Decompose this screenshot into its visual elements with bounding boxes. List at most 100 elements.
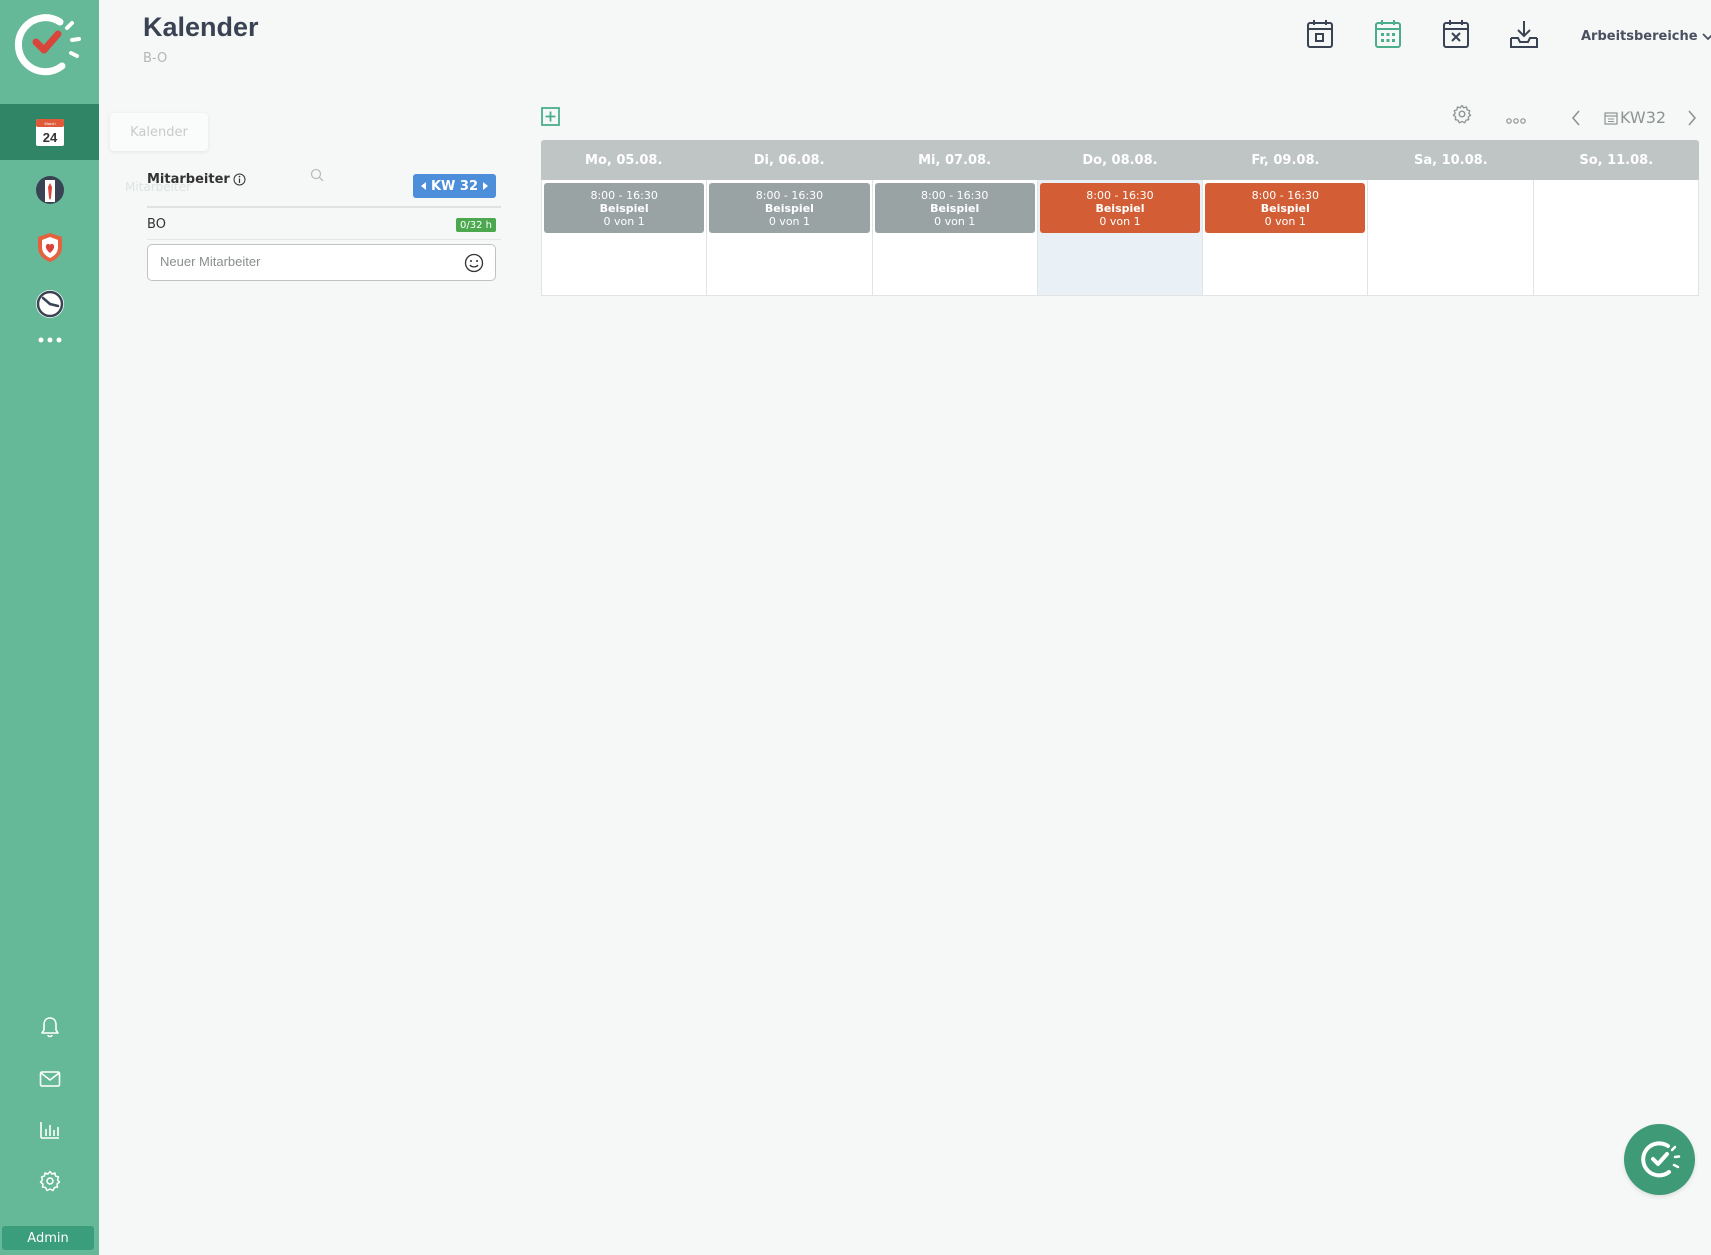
shift-name: Beispiel	[764, 202, 814, 215]
shift-time: 8:00 - 16:30	[921, 189, 989, 202]
chevron-down-icon	[1701, 32, 1711, 40]
mail-icon	[39, 1071, 60, 1087]
shift-name: Beispiel	[1095, 202, 1145, 215]
day-header-fri: Fr, 09.08.	[1251, 152, 1320, 168]
app-logo-icon[interactable]	[10, 8, 84, 82]
sidebar-item-notifications[interactable]	[0, 1002, 99, 1052]
shift-time: 8:00 - 16:30	[1251, 189, 1319, 202]
sidebar: March 24 Admin	[0, 0, 99, 1255]
shift-staffing: 0 von 1	[768, 215, 811, 228]
sidebar-item-more[interactable]	[0, 320, 99, 360]
triangle-left-icon[interactable]	[420, 182, 427, 190]
day-cell-thu[interactable]: 8:00 - 16:30 Beispiel 0 von 1	[1037, 180, 1204, 295]
day-view-button[interactable]	[1303, 17, 1337, 51]
employee-icon	[35, 176, 64, 204]
shift-name: Beispiel	[599, 202, 649, 215]
employee-row[interactable]: BO 0/32 h	[147, 208, 501, 240]
day-cell-fri[interactable]: 8:00 - 16:30 Beispiel 0 von 1	[1203, 180, 1369, 295]
week-badge[interactable]: KW 32	[412, 174, 496, 198]
add-shift-button[interactable]	[541, 107, 560, 130]
sidebar-item-settings[interactable]	[0, 1156, 99, 1206]
shift-staffing: 0 von 1	[603, 215, 645, 228]
health-shield-icon	[37, 233, 62, 262]
new-employee-input[interactable]	[160, 254, 450, 269]
search-icon	[310, 168, 324, 182]
day-header-mon: Mo, 05.08.	[585, 152, 663, 168]
employee-panel-header: Mitarbeiter Mitarbeiter KW 32	[125, 166, 501, 208]
shift-card[interactable]: 8:00 - 16:30 Beispiel 0 von 1	[1039, 183, 1201, 233]
employee-name: BO	[147, 217, 166, 232]
sidebar-item-health[interactable]	[0, 219, 99, 275]
admin-badge[interactable]: Admin	[2, 1226, 94, 1250]
chevron-left-icon	[1571, 110, 1580, 126]
employee-search-button[interactable]	[310, 167, 324, 186]
shift-staffing: 0 von 1	[934, 215, 976, 228]
day-header-sat: Sa, 10.08.	[1413, 152, 1488, 168]
calendar-day-icon	[1307, 20, 1333, 48]
gear-icon	[1452, 104, 1472, 124]
shift-staffing: 0 von 1	[1264, 215, 1306, 228]
sidebar-tooltip: Kalender	[110, 113, 208, 151]
shift-card[interactable]: 8:00 - 16:30 Beispiel 0 von 1	[874, 183, 1035, 233]
week-calendar: Mo, 05.08. Di, 06.08. Mi, 07.08. Do, 08.…	[541, 140, 1699, 296]
more-options-icon	[1506, 118, 1526, 124]
new-employee-field[interactable]	[147, 244, 496, 281]
week-view-button[interactable]	[1371, 17, 1405, 51]
day-cell-sat[interactable]	[1368, 180, 1534, 295]
shift-time: 8:00 - 16:30	[1086, 189, 1154, 202]
day-cell-sun[interactable]	[1534, 180, 1698, 295]
day-header-thu: Do, 08.08.	[1082, 152, 1158, 168]
page-subtitle: B-O	[143, 51, 168, 66]
calendar-header-row: Mo, 05.08. Di, 06.08. Mi, 07.08. Do, 08.…	[541, 140, 1699, 180]
app-logo-icon	[1640, 1140, 1680, 1177]
emoji-smile-icon[interactable]	[464, 253, 484, 273]
day-header-sun: So, 11.08.	[1579, 152, 1654, 168]
calendar-icon: March 24	[35, 119, 64, 146]
day-cell-mon[interactable]: 8:00 - 16:30 Beispiel 0 von 1	[542, 180, 708, 295]
page-title: Kalender	[143, 12, 259, 42]
sidebar-item-calendar[interactable]: March 24	[0, 104, 99, 160]
shift-time: 8:00 - 16:30	[590, 189, 658, 202]
week-label: KW32	[1620, 108, 1667, 127]
info-icon[interactable]	[233, 173, 246, 186]
shift-staffing: 0 von 1	[1099, 215, 1141, 228]
calendar-cancel-icon	[1443, 20, 1469, 48]
svg-text:March: March	[44, 121, 55, 126]
employee-hours-badge: 0/32 h	[456, 218, 496, 232]
triangle-right-icon[interactable]	[482, 182, 488, 190]
sidebar-item-employees[interactable]	[0, 162, 99, 218]
small-calendar-icon	[1604, 111, 1618, 125]
employee-panel-title: Mitarbeiter	[147, 172, 246, 187]
employee-panel: Mitarbeiter Mitarbeiter KW 32 BO 0/32 h	[125, 166, 501, 281]
day-cell-wed[interactable]: 8:00 - 16:30 Beispiel 0 von 1	[873, 180, 1038, 295]
week-picker[interactable]: KW32	[1604, 108, 1666, 127]
shift-name: Beispiel	[1260, 202, 1310, 215]
calendar-settings-button[interactable]	[1452, 104, 1472, 128]
shift-name: Beispiel	[930, 202, 980, 215]
day-header-wed: Mi, 07.08.	[918, 152, 992, 168]
workspace-dropdown[interactable]: Arbeitsbereiche	[1581, 29, 1711, 44]
next-week-button[interactable]	[1687, 110, 1697, 130]
sidebar-item-messages[interactable]	[0, 1054, 99, 1104]
more-dots-icon	[38, 337, 61, 343]
sidebar-item-statistics[interactable]	[0, 1105, 99, 1155]
download-tray-icon	[1510, 21, 1538, 48]
calendar-week-icon	[1375, 20, 1401, 48]
plus-square-icon	[541, 107, 560, 126]
calendar-body-row: 8:00 - 16:30 Beispiel 0 von 1 8:00 - 16:…	[541, 180, 1699, 296]
export-button[interactable]	[1507, 17, 1541, 51]
day-cell-tue[interactable]: 8:00 - 16:30 Beispiel 0 von 1	[707, 180, 873, 295]
clock-icon	[35, 290, 64, 318]
svg-text:24: 24	[42, 130, 57, 145]
calendar-more-button[interactable]	[1506, 110, 1526, 129]
assistant-fab-button[interactable]	[1624, 1124, 1695, 1195]
workspace-label: Arbeitsbereiche	[1581, 29, 1698, 44]
shift-card[interactable]: 8:00 - 16:30 Beispiel 0 von 1	[1205, 183, 1366, 233]
day-header-tue: Di, 06.08.	[753, 152, 825, 168]
settings-gear-icon	[39, 1170, 60, 1192]
shift-card[interactable]: 8:00 - 16:30 Beispiel 0 von 1	[544, 183, 705, 233]
shift-card[interactable]: 8:00 - 16:30 Beispiel 0 von 1	[709, 183, 870, 233]
bar-chart-icon	[39, 1122, 59, 1139]
absence-view-button[interactable]	[1439, 17, 1473, 51]
previous-week-button[interactable]	[1571, 110, 1581, 130]
